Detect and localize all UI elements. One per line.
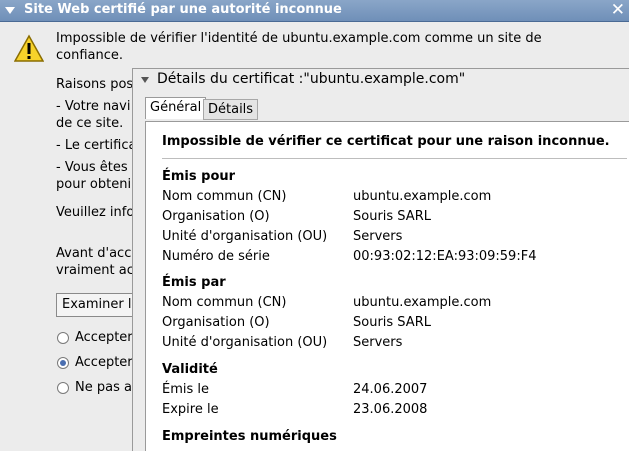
validity-heading: Validité <box>162 362 218 377</box>
radio-accept-session[interactable] <box>57 357 69 369</box>
serial-number-label: Numéro de série <box>162 249 270 264</box>
message-line-2: confiance. <box>56 48 124 63</box>
radio-accept-permanent[interactable] <box>57 332 69 344</box>
issued-by-heading: Émis par <box>162 275 226 290</box>
window-title: Site Web certifié par une autorité incon… <box>24 2 342 17</box>
certificate-details-popup: Détails du certificat :"ubuntu.example.c… <box>132 68 629 451</box>
issued-to-ou-label: Unité d'organisation (OU) <box>162 229 328 244</box>
radio-accept-permanent-label: Accepter <box>75 330 133 345</box>
reasons-intro: Raisons pos <box>56 77 134 92</box>
title-bar[interactable]: Site Web certifié par une autorité incon… <box>0 0 629 22</box>
issued-to-heading: Émis pour <box>162 169 236 184</box>
notify-text: Veuillez info <box>56 205 135 220</box>
message-line-1: Impossible de vérifier l'identité de ubu… <box>56 31 542 46</box>
tab-general[interactable]: Général <box>145 97 207 119</box>
issued-to-cn-label: Nom commun (CN) <box>162 189 287 204</box>
issued-to-o-label: Organisation (O) <box>162 209 270 224</box>
issued-by-cn-label: Nom commun (CN) <box>162 295 287 310</box>
fingerprints-heading: Empreintes numériques <box>162 429 337 444</box>
window-menu-icon[interactable] <box>5 7 15 14</box>
issued-by-o-label: Organisation (O) <box>162 315 270 330</box>
issued-by-o-value: Souris SARL <box>353 315 431 330</box>
radio-reject[interactable] <box>57 382 69 394</box>
issued-to-cn-value: ubuntu.example.com <box>353 189 492 204</box>
serial-number-value: 00:93:02:12:EA:93:09:59:F4 <box>353 249 537 264</box>
separator <box>162 158 627 159</box>
issued-by-cn-value: ubuntu.example.com <box>353 295 492 310</box>
reason-1-line-1: - Votre navi <box>56 99 131 114</box>
reason-1-line-2: de ce site. <box>56 116 124 131</box>
issued-on-label: Émis le <box>162 382 210 397</box>
issued-to-o-value: Souris SARL <box>353 209 431 224</box>
dialog-window: Site Web certifié par une autorité incon… <box>0 0 629 451</box>
expires-on-label: Expire le <box>162 402 219 417</box>
examine-button-label: Examiner l <box>62 297 132 312</box>
radio-reject-label: Ne pas a <box>75 380 132 395</box>
reason-3-line-1: - Vous êtes <box>56 160 128 175</box>
warning-icon <box>14 34 44 62</box>
issued-to-ou-value: Servers <box>353 229 403 244</box>
issued-on-value: 24.06.2007 <box>353 382 428 397</box>
close-icon[interactable]: ✕ <box>611 0 625 20</box>
verification-warning: Impossible de vérifier ce certificat pou… <box>162 134 610 149</box>
general-tab-panel: Impossible de vérifier ce certificat pou… <box>145 121 629 451</box>
before-line-1: Avant d'acc <box>56 246 132 261</box>
certificate-header[interactable]: Détails du certificat :"ubuntu.example.c… <box>157 71 465 87</box>
issued-by-ou-value: Servers <box>353 335 403 350</box>
before-line-2: vraiment ac <box>56 263 134 278</box>
expires-on-value: 23.06.2008 <box>353 402 428 417</box>
radio-accept-session-label: Accepter <box>75 355 133 370</box>
reason-3-line-2: pour obtenir <box>56 177 137 192</box>
expander-icon[interactable] <box>141 77 149 83</box>
tab-details[interactable]: Détails <box>203 99 259 120</box>
reason-2: - Le certifica <box>56 138 137 153</box>
issued-by-ou-label: Unité d'organisation (OU) <box>162 335 328 350</box>
